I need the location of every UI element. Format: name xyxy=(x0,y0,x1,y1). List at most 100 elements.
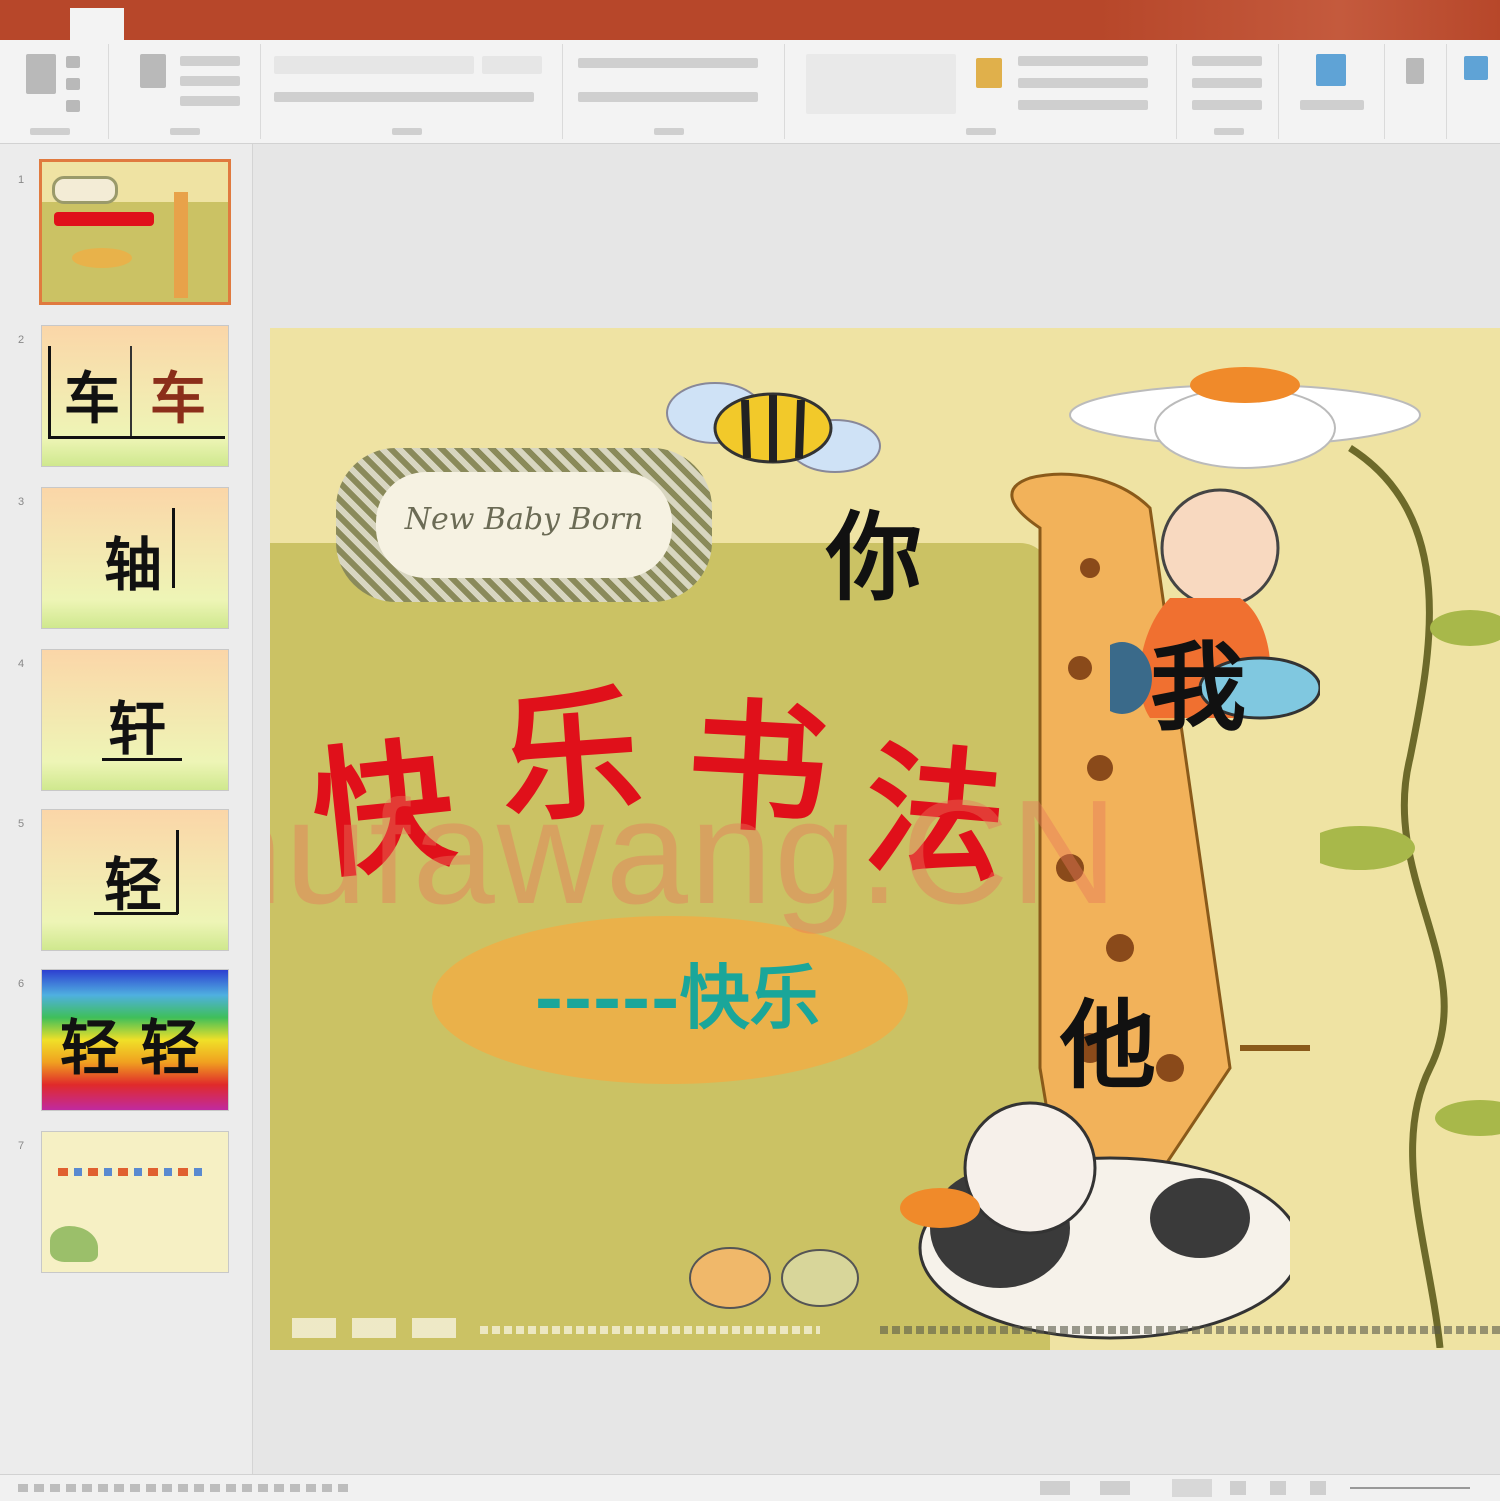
thumb-char: 车 xyxy=(150,366,206,432)
shape-fill-button[interactable] xyxy=(1018,78,1148,88)
label-text: New Baby Born xyxy=(404,502,644,537)
slide-thumbnail-6[interactable]: 轻 轻 xyxy=(42,970,228,1110)
label-frame: New Baby Born xyxy=(336,448,712,602)
thumb-plant xyxy=(50,1226,98,1262)
thumb-char: 轩 xyxy=(108,695,167,763)
ribbon-group-label xyxy=(1214,128,1244,135)
thumb-rule xyxy=(176,830,179,914)
list-buttons[interactable] xyxy=(578,58,758,68)
align-buttons[interactable] xyxy=(578,92,758,102)
cow-illustration xyxy=(900,1101,1290,1340)
tab-review[interactable] xyxy=(510,10,550,36)
ribbon-group-font xyxy=(262,44,563,139)
reading-view-button[interactable] xyxy=(1270,1481,1286,1495)
ribbon-group-label xyxy=(392,128,422,135)
comments-button[interactable] xyxy=(1100,1481,1130,1495)
ribbon-group-voice xyxy=(1386,44,1447,139)
replace-button[interactable] xyxy=(1192,78,1262,88)
ribbon-group-clipboard xyxy=(0,44,109,139)
tab-home[interactable] xyxy=(70,8,124,40)
tab-transitions[interactable] xyxy=(300,10,340,36)
ribbon-group-label xyxy=(170,128,200,135)
watermark-text: Shufawang.CN xyxy=(270,770,1120,935)
paste-icon[interactable] xyxy=(26,54,56,94)
pronoun-char: 你 xyxy=(826,501,922,614)
ribbon-group-drawing xyxy=(786,44,1177,139)
cut-icon[interactable] xyxy=(66,56,80,68)
ribbon-group-extra xyxy=(1448,44,1500,139)
tab-recording[interactable] xyxy=(620,10,660,36)
normal-view-button[interactable] xyxy=(1172,1479,1212,1497)
pronoun-char: 我 xyxy=(1150,631,1246,744)
frogs-illustration xyxy=(689,1247,859,1309)
tab-insert[interactable] xyxy=(134,10,174,36)
ribbon-group-paragraph xyxy=(564,44,785,139)
arrange-icon[interactable] xyxy=(976,58,1002,88)
shapes-gallery[interactable] xyxy=(806,54,956,114)
pronoun-char: 他 xyxy=(1060,989,1156,1102)
reset-button[interactable] xyxy=(180,76,240,86)
thumb-giraffe xyxy=(174,192,188,298)
zoom-slider[interactable] xyxy=(1350,1487,1470,1489)
font-format-buttons[interactable] xyxy=(274,92,534,102)
status-info xyxy=(18,1484,348,1492)
format-painter-icon[interactable] xyxy=(66,100,80,112)
subtitle-text: -----快乐 xyxy=(462,942,892,1043)
tab-help[interactable] xyxy=(676,10,716,36)
slide-thumbnail-3[interactable]: 轴 xyxy=(42,488,228,628)
dictate-icon[interactable] xyxy=(1406,58,1424,84)
thumb-char: 轴 xyxy=(104,531,163,599)
ribbon-group-label xyxy=(966,128,996,135)
copy-icon[interactable] xyxy=(66,78,80,90)
layout-button[interactable] xyxy=(180,56,240,66)
slide-thumbnail-4[interactable]: 轩 xyxy=(42,650,228,790)
subtitle-dashes: ----- xyxy=(534,956,680,1039)
thumb-subtitle xyxy=(72,248,132,268)
design-ideas-icon[interactable] xyxy=(1316,54,1346,86)
tab-addins[interactable] xyxy=(730,10,800,36)
thumb-title xyxy=(54,212,154,226)
tab-design[interactable] xyxy=(246,10,286,36)
select-button[interactable] xyxy=(1192,100,1262,110)
slide-number: 6 xyxy=(18,978,25,990)
slide-thumbnail-7[interactable] xyxy=(42,1132,228,1272)
tab-draw[interactable] xyxy=(190,10,230,36)
tab-file[interactable] xyxy=(22,10,62,36)
slide-thumbnail-1[interactable] xyxy=(42,162,228,302)
slide-canvas[interactable]: New Baby Born -----快乐 快 乐 书 法 你 我 他 ufaw… xyxy=(270,328,1500,1350)
search-icon[interactable] xyxy=(900,10,920,36)
quick-styles-button[interactable] xyxy=(1018,56,1148,66)
slide-thumbnail-2[interactable]: 车 车 xyxy=(42,326,228,466)
thumb-char: 轻 xyxy=(104,851,163,919)
ribbon-group-slides xyxy=(110,44,261,139)
tab-view[interactable] xyxy=(566,10,606,36)
slide-number: 5 xyxy=(18,818,25,830)
thumb-char: 车 xyxy=(64,366,120,432)
tab-animations[interactable] xyxy=(356,10,396,36)
slide-number: 2 xyxy=(18,334,25,346)
share-icon[interactable] xyxy=(1464,56,1488,80)
slide-thumbnail-5[interactable]: 轻 xyxy=(42,810,228,950)
subtitle-word: 快乐 xyxy=(679,956,820,1039)
slide-number: 4 xyxy=(18,658,25,670)
shape-outline-button[interactable] xyxy=(1018,100,1148,110)
tab-format[interactable] xyxy=(814,10,874,36)
slide-number: 1 xyxy=(18,174,25,186)
thumb-text-line xyxy=(58,1168,208,1176)
tell-me-box[interactable] xyxy=(924,10,1014,36)
slideshow-button[interactable] xyxy=(1310,1481,1326,1495)
notes-button[interactable] xyxy=(1040,1481,1070,1495)
slide-sorter-button[interactable] xyxy=(1230,1481,1246,1495)
ribbon-group-editing xyxy=(1178,44,1279,139)
ribbon-group-label xyxy=(654,128,684,135)
find-button[interactable] xyxy=(1192,56,1262,66)
font-name-select[interactable] xyxy=(274,56,474,74)
status-bar xyxy=(0,1474,1500,1501)
credit-text-line xyxy=(880,1326,1500,1334)
tab-slideshow[interactable] xyxy=(412,10,492,36)
new-slide-icon[interactable] xyxy=(140,54,166,88)
section-button[interactable] xyxy=(180,96,240,106)
thumb-label xyxy=(52,176,118,204)
ribbon-tab-bar xyxy=(0,0,1500,40)
font-size-select[interactable] xyxy=(482,56,542,74)
